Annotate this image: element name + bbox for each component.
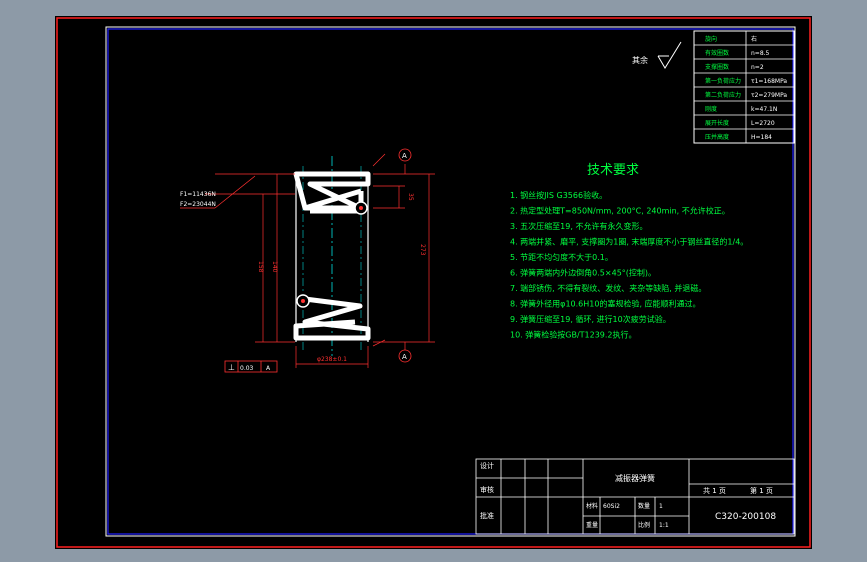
tech-line-5: 5. 节距不均匀度不大于0.1。 xyxy=(510,252,613,262)
param-label-2: 支撑圈数 xyxy=(705,63,729,71)
svg-text:审核: 审核 xyxy=(480,485,494,494)
param-label-6: 展开长度 xyxy=(705,119,729,127)
part-name: 减振器弹簧 xyxy=(615,473,655,483)
height-dimension-1: 158 xyxy=(257,261,264,273)
svg-text:1: 1 xyxy=(659,503,663,510)
sheet-border xyxy=(105,26,796,537)
height-dimension: 273 xyxy=(419,244,426,256)
height-dimension-2: 140 xyxy=(271,261,278,273)
param-value-4: τ2=279MPa xyxy=(751,92,787,99)
diameter-dimension: φ238±0.1 xyxy=(317,356,347,363)
param-label-4: 第二负荷应力 xyxy=(705,91,741,99)
roughness-label: 其余 xyxy=(632,55,648,65)
pitch-dimension: 35 xyxy=(407,193,414,201)
tech-line-10: 10. 弹簧检验按GB/T1239.2执行。 xyxy=(510,330,637,340)
load-label-f1: F1=11436N xyxy=(180,191,216,198)
drawing-number: C320-200108 xyxy=(715,512,776,522)
geometric-tolerance-frame: ⊥ 0.03 A xyxy=(224,360,278,373)
param-value-3: τ1=168MPa xyxy=(751,78,787,85)
parameter-table: 旋向 右有效圈数 n=8.5 支撑圈数 n=2 第一负荷应力 τ1=168MPa 第二负荷应力… xyxy=(693,30,795,144)
param-label-0: 旋向 xyxy=(705,35,717,43)
svg-text:数量: 数量 xyxy=(638,502,650,510)
surface-roughness-symbol: 其余 xyxy=(632,41,682,69)
technical-requirements: 技术要求 1. 钢丝按JIS G3566验收。 2. 热定型处理T=850N/mm… xyxy=(510,163,748,340)
param-label-1: 有效圈数 xyxy=(705,49,729,57)
param-value-6: L=2720 xyxy=(751,120,775,127)
svg-text:材料: 材料 xyxy=(586,502,598,510)
inner-border xyxy=(107,28,794,535)
svg-text:0.03: 0.03 xyxy=(240,365,254,372)
title-block xyxy=(475,458,795,535)
title-block-text: 设计 审核 批准 减振器弹簧 材料 60Si2 数量 1 重量 比例 1:1 共… xyxy=(480,461,776,529)
tech-title: 技术要求 xyxy=(587,163,639,178)
svg-text:1:1: 1:1 xyxy=(659,522,669,529)
tech-line-9: 9. 弹簧压缩至19, 循环, 进行10次疲劳试验。 xyxy=(510,314,671,324)
svg-text:60Si2: 60Si2 xyxy=(603,503,620,510)
param-value-2: n=2 xyxy=(751,64,764,71)
param-label-3: 第一负荷应力 xyxy=(705,77,741,85)
datum-label-top: A xyxy=(402,152,407,160)
tech-line-1: 1. 钢丝按JIS G3566验收。 xyxy=(510,190,607,200)
datum-label-bottom: A xyxy=(402,353,407,361)
svg-text:A: A xyxy=(266,365,271,372)
cad-viewport[interactable]: 旋向 右有效圈数 n=8.5 支撑圈数 n=2 第一负荷应力 τ1=168MPa 第二负荷应力… xyxy=(55,16,812,549)
tech-line-8: 8. 弹簧外径用φ10.6H10的塞规检验, 应能顺利通过。 xyxy=(510,299,701,309)
svg-text:批准: 批准 xyxy=(480,511,494,520)
param-label-7: 压并高度 xyxy=(705,133,729,141)
param-value-1: n=8.5 xyxy=(751,50,770,57)
param-value-5: k=47.1N xyxy=(751,106,777,113)
param-label-5: 刚度 xyxy=(705,105,717,113)
svg-text:重量: 重量 xyxy=(586,521,598,529)
svg-text:比例: 比例 xyxy=(638,521,650,529)
param-value-7: H=184 xyxy=(751,134,772,141)
spring-section-view xyxy=(293,156,371,356)
load-label-f2: F2=23044N xyxy=(180,201,216,208)
spring-drawing: 旋向 右有效圈数 n=8.5 支撑圈数 n=2 第一负荷应力 τ1=168MPa 第二负荷应力… xyxy=(56,17,811,548)
svg-text:设计: 设计 xyxy=(480,461,494,470)
tech-line-4: 4. 两端并紧、磨平, 支撑圈为1圈, 末端厚度不小于钢丝直径的1/4。 xyxy=(510,237,748,247)
tech-line-2: 2. 热定型处理T=850N/mm, 200°C, 240min, 不允许校正。 xyxy=(510,206,730,216)
tech-line-7: 7. 端部锈伤, 不得有裂纹、发纹、夹杂等缺陷, 并退磁。 xyxy=(510,283,706,293)
param-value-0: 右 xyxy=(751,35,757,43)
svg-text:共 1 页: 共 1 页 xyxy=(703,486,726,495)
tech-line-3: 3. 五次压缩至19, 不允许有永久变形。 xyxy=(510,221,647,231)
tech-line-6: 6. 弹簧两端内外边倒角0.5×45°(控制)。 xyxy=(510,268,656,278)
svg-text:⊥: ⊥ xyxy=(228,363,235,372)
svg-text:第 1 页: 第 1 页 xyxy=(750,486,773,495)
outer-frame xyxy=(56,17,811,548)
